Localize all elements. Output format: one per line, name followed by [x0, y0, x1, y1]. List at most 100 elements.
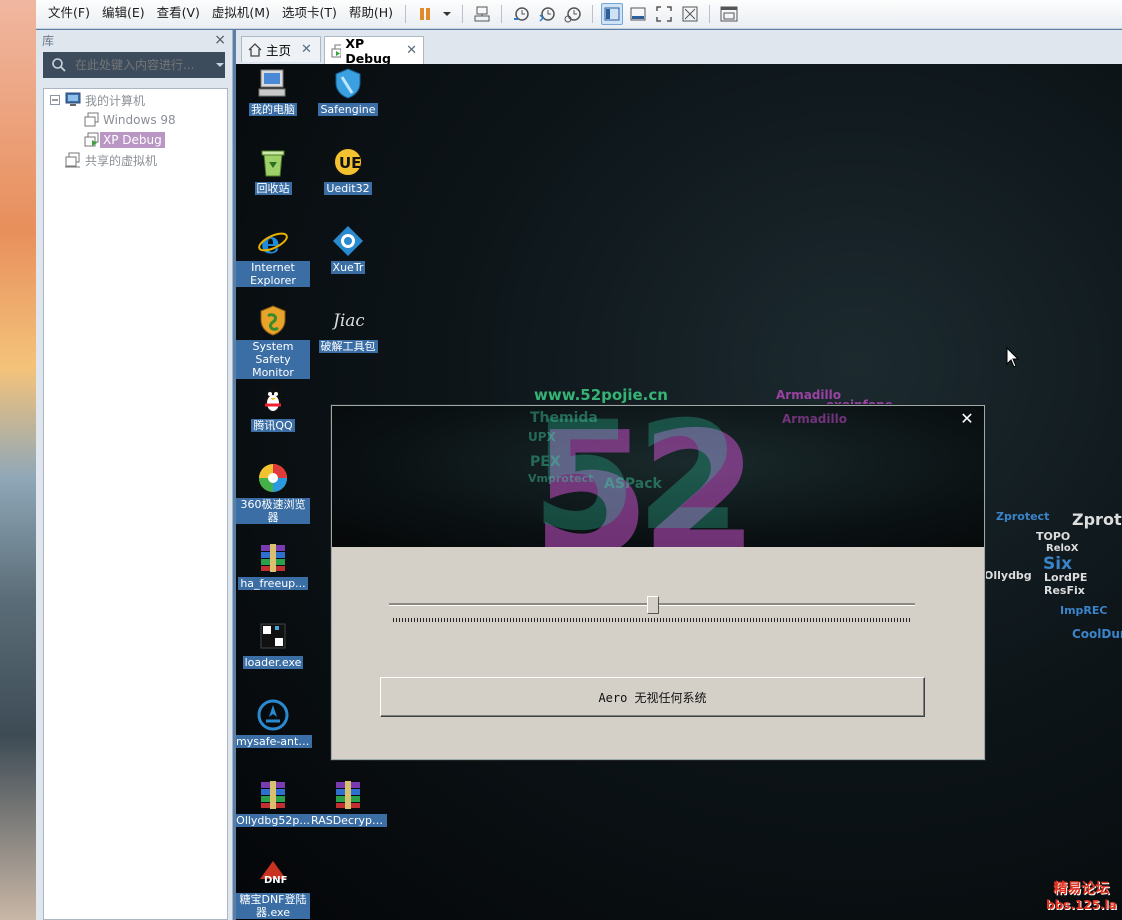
bg-site-text: www.52pojie.cn: [534, 386, 668, 404]
tree-label-xp-debug: XP Debug: [100, 132, 165, 148]
bg-word: LordPE: [1044, 571, 1088, 584]
show-thumbnail-bar-button[interactable]: [627, 3, 649, 25]
aero-button[interactable]: Aero 无视任何系统: [380, 677, 925, 717]
desktop-icon-ollydbg52p[interactable]: Ollydbg52p...: [236, 777, 312, 827]
thumbnail-bar-icon: [630, 7, 646, 21]
tree-item-my-computer[interactable]: 我的计算机: [50, 91, 148, 109]
library-search-input[interactable]: [73, 57, 207, 73]
toolbar-separator: [462, 5, 464, 23]
revert-icon: [539, 7, 555, 22]
network-icon: [474, 6, 490, 22]
bg-word: ImpREC: [1060, 604, 1108, 617]
winrar-archive-icon: [261, 781, 285, 809]
menu-view[interactable]: 查看(V): [151, 0, 206, 28]
desktop-icon-my-computer[interactable]: 我的电脑: [236, 66, 310, 116]
bg-word: Zprotect: [996, 510, 1050, 523]
dialog-close-button[interactable]: ✕: [958, 410, 976, 428]
menu-tabs[interactable]: 选项卡(T): [276, 0, 343, 28]
library-search-box[interactable]: [43, 52, 225, 78]
banner-word: PEX: [530, 454, 561, 470]
aero-dialog: 52 52 www.52pojie.cn Themida UPX PEX Vmp…: [331, 405, 985, 760]
tab-home[interactable]: 主页 ✕: [241, 36, 321, 62]
menu-help[interactable]: 帮助(H): [343, 0, 399, 28]
fullscreen-button[interactable]: [653, 3, 675, 25]
tree-item-windows98[interactable]: Windows 98: [84, 111, 179, 129]
crack-tools-icon: Jiack: [332, 311, 364, 331]
snapshot-manager-icon: [564, 7, 581, 23]
forum-watermark: 精易论坛 bbs.125.la: [1046, 878, 1117, 912]
library-title: 库: [42, 33, 55, 48]
tree-label-my-computer: 我的计算机: [85, 93, 146, 108]
desktop-icon-label: Uedit32: [324, 182, 372, 195]
library-tree: 我的计算机 Windows 98 XP Debug 共享的虚拟机: [43, 88, 228, 920]
desktop-icon-qq[interactable]: 腾讯QQ: [236, 382, 310, 432]
library-close-button[interactable]: ×: [214, 32, 226, 48]
desktop-icon-internet-explorer[interactable]: e Internet Explorer: [236, 224, 310, 287]
snapshot-icon: [514, 7, 529, 21]
pause-button[interactable]: [414, 3, 436, 25]
desktop-icon-mysafe[interactable]: mysafe-anti...: [236, 698, 312, 748]
revert-snapshot-button[interactable]: [536, 3, 558, 25]
slider-thumb[interactable]: [647, 596, 659, 614]
svg-text:DNF: DNF: [264, 875, 288, 886]
desktop-icon-label: RASDecrypt...: [309, 814, 387, 827]
vm-console-screen[interactable]: www.52pojie.cn Themida Armadillo exeinfo…: [236, 64, 1122, 920]
menu-file[interactable]: 文件(F): [42, 0, 96, 28]
take-snapshot-button[interactable]: [510, 3, 532, 25]
menu-edit[interactable]: 编辑(E): [96, 0, 151, 28]
desktop-icon-label: Safengine: [318, 103, 378, 116]
tab-xp-debug-close-button[interactable]: ✕: [406, 43, 417, 58]
chevron-down-icon[interactable]: [215, 60, 225, 70]
tree-label-shared-vms: 共享的虚拟机: [85, 153, 158, 168]
desktop-icon-safengine[interactable]: Safengine: [311, 66, 385, 116]
console-view-button[interactable]: [718, 3, 740, 25]
vm-icon: [331, 44, 342, 57]
menubar: 文件(F) 编辑(E) 查看(V) 虚拟机(M) 选项卡(T) 帮助(H): [36, 0, 1122, 29]
desktop-icon-uedit32[interactable]: UE Uedit32: [311, 145, 385, 195]
tab-xp-debug[interactable]: XP Debug ✕: [324, 36, 424, 66]
desktop-icon-dnf-login[interactable]: DNF 糖宝DNF登陆器.exe: [236, 856, 310, 919]
dialog-slider[interactable]: [389, 596, 915, 628]
desktop-icon-crack-tools[interactable]: Jiack 破解工具包: [311, 303, 385, 353]
snapshot-manager-button[interactable]: [562, 3, 584, 25]
desktop-icon-xuetr[interactable]: XueTr: [311, 224, 385, 274]
desktop-icon-ha-freeup[interactable]: ha_freeup...: [236, 540, 310, 590]
safengine-shield-icon: [335, 68, 361, 99]
svg-text:UE: UE: [339, 154, 361, 172]
bg-word: Ollydbg: [984, 569, 1032, 582]
library-header: 库 ×: [36, 30, 232, 50]
show-library-button[interactable]: [601, 3, 624, 25]
desktop-icon-label: mysafe-anti...: [236, 735, 312, 748]
toolbar-separator: [501, 5, 503, 23]
vm-running-icon: [84, 132, 99, 147]
tab-home-close-button[interactable]: ✕: [301, 42, 312, 57]
collapse-icon[interactable]: [50, 95, 60, 105]
desktop-icon-label: Ollydbg52p...: [236, 814, 312, 827]
desktop-icon-system-safety-monitor[interactable]: System Safety Monitor: [236, 303, 310, 379]
tree-item-xp-debug[interactable]: XP Debug: [84, 131, 165, 149]
unity-button[interactable]: [679, 3, 701, 25]
chevron-down-icon: [443, 12, 452, 16]
toolbar-separator: [709, 5, 711, 23]
desktop-icon-recycle-bin[interactable]: 回收站: [236, 145, 310, 195]
desktop-icon-rasdecrypt[interactable]: RASDecrypt...: [309, 777, 387, 827]
watermark-title: 精易论坛: [1053, 881, 1110, 897]
desktop-icon-label: 破解工具包: [318, 340, 378, 353]
tree-item-shared-vms[interactable]: 共享的虚拟机: [64, 151, 160, 169]
slider-ticks: [393, 618, 911, 622]
desktop-icon-360-browser[interactable]: 360极速浏览器: [236, 461, 310, 524]
sidebar-icon: [604, 7, 620, 21]
unity-icon: [682, 6, 698, 22]
uedit32-icon: UE: [333, 147, 363, 177]
vm-icon: [84, 112, 99, 127]
menu-vm[interactable]: 虚拟机(M): [206, 0, 276, 28]
bg-word: ReloX: [1046, 543, 1079, 554]
recycle-bin-icon: [261, 150, 285, 177]
send-ctrl-alt-del-button[interactable]: [471, 3, 493, 25]
tree-label-windows98: Windows 98: [103, 113, 176, 127]
power-menu-button[interactable]: [440, 3, 454, 25]
toolbar-separator: [592, 5, 594, 23]
desktop-icon-label: System Safety Monitor: [236, 340, 310, 379]
mouse-cursor-icon: [1006, 347, 1020, 368]
desktop-icon-loader[interactable]: loader.exe: [236, 619, 310, 669]
